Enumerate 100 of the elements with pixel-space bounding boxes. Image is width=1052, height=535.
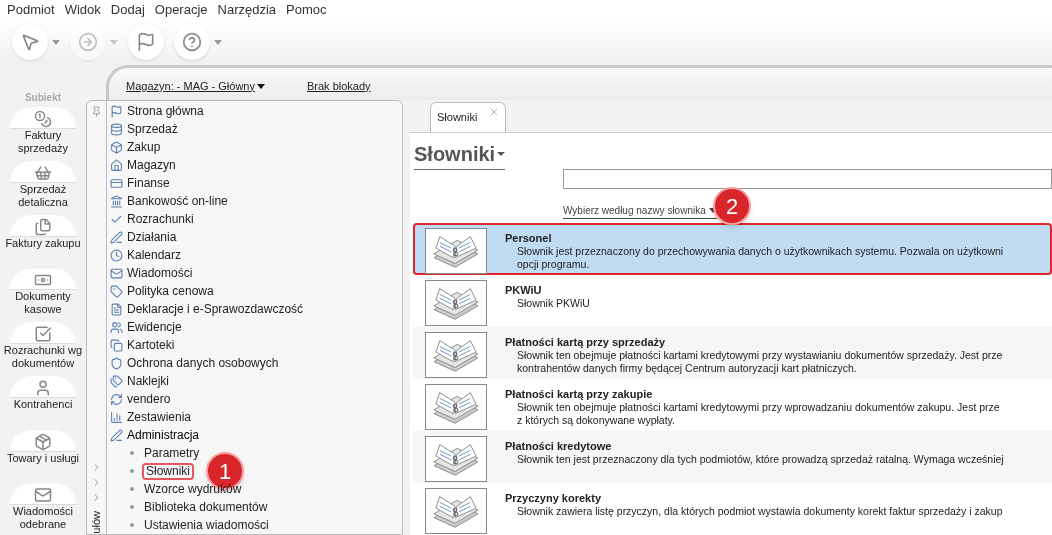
envelope-icon (34, 486, 52, 505)
nav-subitem[interactable]: Parametry (142, 444, 202, 462)
sidebar-button[interactable]: Sprzedaż detaliczna (1, 158, 85, 213)
bullet-icon (130, 505, 134, 509)
nav-item[interactable]: Sprzedaż (110, 120, 402, 138)
dictionary-description: Słownik PKWiU (516, 297, 590, 310)
sidebar-button[interactable]: Rozrachunki wg dokumentów (1, 320, 85, 374)
sidebar-button[interactable]: Faktury sprzedaży (1, 105, 85, 159)
checkmark-icon (34, 325, 52, 344)
dictionary-description: Słownik ten obejmuje płatności kartami kredytowymi przy wystawianiu dokumentów sprzedaży. Jest prze (516, 349, 1003, 362)
dictionary-name: Przyczyny korekty (505, 491, 602, 505)
document-icon (110, 302, 123, 316)
nav-item[interactable]: Kalendarz (110, 246, 402, 264)
caret-icon (110, 39, 118, 45)
logo-caption: Subiekt (24, 91, 62, 106)
dictionary-description: Słownik zawiera listę przyczyn, dla których podmiot wystawia dokumenty korekt faktur sprzedaży i zakup (516, 505, 1003, 518)
nav-item[interactable]: Wiadomości (110, 264, 402, 282)
nav-subitem[interactable]: Ustawienia wiadomości (142, 516, 271, 534)
nav-subitem[interactable]: Biblioteka dokumentów (142, 498, 270, 516)
dictionary-name: PKWiU (505, 283, 543, 297)
help-icon (182, 32, 202, 52)
nav-item[interactable]: Magazyn (110, 156, 402, 174)
box-icon (34, 432, 52, 451)
menu-item[interactable]: Podmiot (7, 0, 55, 20)
search-field[interactable] (563, 169, 1052, 189)
dictionary-description: opcji programu. (516, 258, 591, 271)
tab[interactable]: Słowniki (430, 102, 507, 132)
toolbar-button[interactable] (174, 24, 224, 60)
dictionary-description: Słownik ten jest przeznaczony dla tych podmiotów, które prowadzą sprzedaż ratalną. Wymaga wcześniej (516, 453, 1004, 466)
nav-item[interactable]: Zakup (110, 138, 402, 156)
menu-item[interactable]: Widok (64, 0, 101, 20)
caret-icon (52, 39, 60, 45)
database-icon (110, 122, 123, 136)
flag-icon (110, 104, 123, 118)
binder-icon (425, 280, 487, 326)
bullet-icon (130, 469, 134, 473)
pen-icon (110, 230, 123, 244)
dictionary-description: Słownik jest przeznaczony do przechowywania danych o użytkownikach systemu. Pozwala on użytkowni (516, 245, 1004, 258)
tags-icon (110, 374, 123, 388)
dictionary-description: Słownik ten obejmuje płatności kartami kredytowymi przy wprowadzaniu dokumentów zakupu. Jest prze (516, 401, 1000, 414)
menu-item[interactable]: Pomoc (286, 0, 327, 20)
dictionary-name: Personel (505, 231, 553, 245)
dictionary-row[interactable] (413, 327, 1052, 379)
nav-item[interactable]: Administracja (110, 426, 402, 444)
menu-item[interactable]: Narzędzia (217, 0, 277, 20)
nav-item[interactable]: Kartoteki (110, 336, 402, 354)
warehouse-link[interactable]: Magazyn: - MAG - Główny (126, 77, 265, 95)
coins-icon (34, 110, 52, 129)
binder-icon (425, 228, 487, 274)
person-icon (34, 378, 52, 397)
nav-item[interactable]: Deklaracje i e-Sprawozdawczość (110, 300, 402, 318)
pin-icon[interactable] (91, 106, 102, 117)
toolbar-button[interactable] (128, 24, 166, 60)
chart-icon (110, 410, 123, 424)
tag-icon (110, 284, 123, 298)
nav-item[interactable]: Działania (110, 228, 402, 246)
dictionary-row[interactable]: Płatności kredytowe Słownik ten jest przeznaczony dla tych podmiotów, które prowadzą sprzedaż ratalną. Wymaga wcześniej (413, 431, 1052, 483)
pen-icon (110, 428, 123, 442)
menu-item[interactable]: Operacje (154, 0, 208, 20)
dictionary-name: Płatności kartą przy sprzedaży (505, 335, 667, 349)
page-title[interactable]: Słowniki (414, 139, 506, 170)
sidebar-button[interactable]: Wiadomości odebrane (1, 481, 85, 535)
sidebar-button[interactable]: Towary i usługi (1, 427, 85, 482)
nav-item[interactable]: Rozrachunki (110, 210, 402, 228)
gutter-label: ułów (91, 511, 102, 534)
nav-item[interactable]: Strona główna (110, 102, 402, 120)
nav-item[interactable]: Polityka cenowa (110, 282, 402, 300)
binder-icon (425, 384, 487, 430)
box-icon (110, 140, 123, 154)
dictionary-name: Płatności kartą przy zakupie (505, 387, 654, 401)
bullet-icon (130, 523, 134, 527)
dictionary-description: z których są dokonywane wypłaty. (516, 414, 676, 427)
sidebar-button[interactable]: Kontrahenci (1, 373, 85, 428)
close-icon[interactable] (489, 106, 500, 117)
bullet-icon (130, 451, 134, 455)
lock-link[interactable]: Brak blokady (307, 77, 371, 95)
dictionary-row[interactable]: Personel Słownik jest przeznaczony do przechowywania danych o użytkownikach systemu. Pozwala on użytkowni opcji programu. (413, 223, 1052, 275)
nav-subitem[interactable]: Wzorce wydruków (142, 480, 244, 498)
nav-item[interactable]: Ochrona danych osobowych (110, 354, 402, 372)
nav-item[interactable]: Ewidencje (110, 318, 402, 336)
nav-item[interactable]: Naklejki (110, 372, 402, 390)
pointer-icon (20, 32, 40, 52)
bullet-icon (130, 487, 134, 491)
sidebar-button[interactable]: Faktury zakupu (1, 212, 85, 267)
menu-item[interactable]: Dodaj (110, 0, 145, 20)
flag-icon (136, 32, 156, 52)
binder-icon (425, 332, 487, 378)
caret-icon (497, 152, 506, 156)
nav-item[interactable]: Bankowość on-line (110, 192, 402, 210)
sidebar-button[interactable]: Dokumenty kasowe (1, 266, 85, 321)
toolbar-button[interactable] (12, 24, 62, 60)
nav-subitem[interactable]: Słowniki (142, 462, 194, 480)
sync-icon (110, 392, 123, 406)
nav-item[interactable]: Finanse (110, 174, 402, 192)
nav-item[interactable]: vendero (110, 390, 402, 408)
nav-item[interactable]: Zestawienia (110, 408, 402, 426)
caret-icon (257, 83, 265, 89)
envelope-icon (110, 266, 123, 280)
dictionary-name: Płatności kredytowe (505, 439, 613, 453)
clock-icon (110, 248, 123, 262)
